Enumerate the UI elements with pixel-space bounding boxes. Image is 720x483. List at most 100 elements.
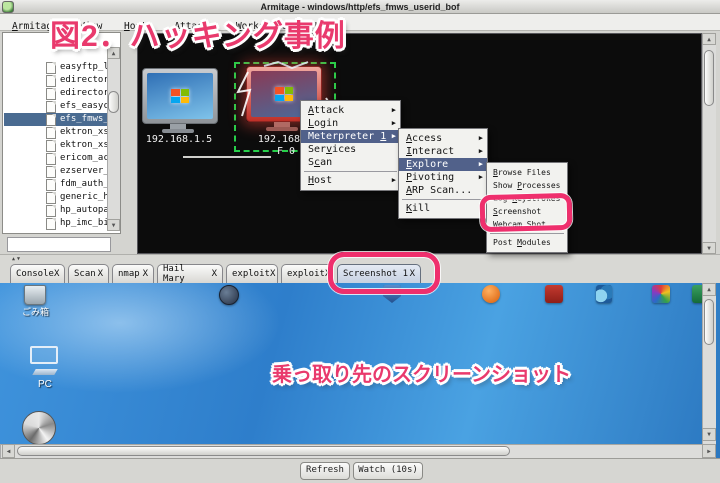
recycle-bin-icon (24, 285, 46, 305)
scroll-down-icon[interactable]: ▼ (702, 428, 716, 441)
menu-item-attack[interactable]: Attack ▶ (301, 104, 400, 117)
module-doc-icon (46, 101, 56, 113)
submenu-arrow-icon: ▶ (391, 176, 396, 184)
module-doc-icon (46, 75, 56, 87)
menu-item-pivoting[interactable]: Pivoting ▶ (399, 171, 487, 184)
screenshot-tab-highlight-ring (328, 252, 440, 294)
module-doc-icon (46, 179, 56, 191)
module-doc-icon (46, 62, 56, 74)
tree-item-selected[interactable]: efs_fmws_user (4, 113, 107, 126)
tree-item[interactable]: generic_http_ (4, 191, 107, 204)
armitage-window-icon (2, 1, 14, 13)
module-doc-icon (46, 153, 56, 165)
menu-item-browse-files[interactable]: Browse Files (487, 166, 567, 179)
menu-separator (304, 171, 397, 172)
menu-item-host[interactable]: Host ▶ (301, 174, 400, 187)
menu-separator (490, 233, 564, 234)
tab-close-icon[interactable]: X (143, 269, 148, 279)
module-doc-icon (46, 218, 56, 230)
tree-item[interactable]: efs_easychat (4, 100, 107, 113)
menu-separator (402, 199, 484, 200)
menu-item-services[interactable]: Services (301, 143, 400, 156)
watch-button[interactable]: Watch (10s) (353, 462, 423, 480)
graph-scrollbar-thumb[interactable] (704, 50, 714, 106)
earth-app-icon (22, 411, 56, 445)
pc-icon (30, 346, 58, 364)
host-context-menu: Attack ▶ Login ▶ Meterpreter 1 ▶ Services S… (300, 100, 401, 191)
tree-item[interactable]: ericom_access (4, 152, 107, 165)
menu-item-login[interactable]: Login ▶ (301, 117, 400, 130)
tab-console[interactable]: Console X (10, 264, 65, 283)
recycle-bin-label: ごみ箱 (22, 307, 50, 317)
submenu-arrow-icon: ▶ (478, 173, 483, 181)
tree-item[interactable]: easyftp_list (4, 61, 107, 74)
module-doc-icon (46, 166, 56, 178)
tree-item[interactable]: hp_imc_bims (4, 217, 107, 230)
refresh-button[interactable]: Refresh (300, 462, 350, 480)
monitor-base (162, 129, 194, 133)
colorful-app-icon (652, 285, 670, 303)
pc-label: PC (38, 379, 52, 390)
tab-close-icon[interactable]: X (212, 269, 217, 279)
red-a-app-icon (545, 285, 563, 303)
module-doc-icon (46, 88, 56, 100)
tree-item[interactable]: hp_autopass_ (4, 204, 107, 217)
tab-close-icon[interactable]: X (98, 269, 103, 279)
scroll-up-icon[interactable]: ▲ (702, 33, 716, 45)
scroll-up-icon[interactable]: ▲ (702, 283, 716, 296)
meterpreter-submenu: Access ▶ Interact ▶ Explore ▶ Pivoting ▶ ARP… (398, 128, 488, 219)
menu-item-interact[interactable]: Interact ▶ (399, 145, 487, 158)
tree-item[interactable]: edirectory_im (4, 87, 107, 100)
module-doc-icon (46, 114, 56, 126)
menu-item-post-modules[interactable]: Post Modules (487, 236, 567, 249)
scroll-left-icon[interactable]: ◀ (2, 444, 15, 458)
submenu-arrow-icon: ▶ (391, 106, 396, 114)
tab-hail-mary[interactable]: Hail Mary X (157, 264, 223, 284)
submenu-arrow-icon: ▶ (478, 134, 483, 142)
menu-item-arp-scan[interactable]: ARP Scan... (399, 184, 487, 197)
menu-item-access[interactable]: Access ▶ (399, 132, 487, 145)
module-search-input[interactable] (7, 237, 111, 252)
tree-item[interactable]: ektron_xslt_ (4, 126, 107, 139)
horizontal-scrollbar-thumb[interactable] (17, 446, 510, 456)
scroll-down-icon[interactable]: ▼ (702, 242, 716, 254)
tab-close-icon[interactable]: X (270, 269, 275, 279)
module-tree-panel: easyftp_list edirectory_ho edirectory_im… (2, 32, 121, 234)
module-doc-icon (46, 192, 56, 204)
tree-scrollbar-thumb[interactable] (108, 91, 119, 113)
tab-exploit-2[interactable]: exploit X (281, 264, 333, 283)
scroll-right-icon[interactable]: ▶ (702, 444, 716, 458)
messenger-app-icon (596, 285, 612, 303)
vertical-scrollbar-thumb[interactable] (704, 299, 714, 345)
tab-scan[interactable]: Scan X (68, 264, 109, 283)
scroll-down-icon[interactable]: ▼ (107, 219, 120, 231)
tree-scrollbar[interactable] (107, 47, 120, 219)
menu-item-kill[interactable]: Kill (399, 202, 487, 215)
windows-logo-icon (171, 89, 189, 103)
browser-globe-icon (219, 285, 239, 305)
submenu-arrow-icon: ▶ (391, 119, 396, 127)
submenu-arrow-icon: ▶ (478, 147, 483, 155)
tab-close-icon[interactable]: X (54, 269, 59, 279)
figure-label-annotation: 図2．ハッキング事例 (50, 20, 346, 53)
menu-item-explore[interactable]: Explore ▶ (399, 158, 487, 171)
submenu-arrow-icon: ▶ (391, 132, 396, 140)
menu-item-show-processes[interactable]: Show Processes (487, 179, 567, 192)
tree-item[interactable]: edirectory_ho (4, 74, 107, 87)
menu-item-meterpreter-1[interactable]: Meterpreter 1 ▶ (301, 130, 400, 143)
menu-item-scan[interactable]: Scan (301, 156, 400, 169)
tree-item[interactable]: ezserver_http (4, 165, 107, 178)
host-monitor-icon[interactable] (142, 68, 218, 124)
host-ip-label: 192.168.1.5 (145, 134, 213, 145)
tab-exploit[interactable]: exploit X (226, 264, 278, 283)
tree-item[interactable]: fdm_auth_hea (4, 178, 107, 191)
pc-keyboard-icon (32, 369, 58, 375)
module-doc-icon (46, 205, 56, 217)
module-doc-icon (46, 140, 56, 152)
tree-item[interactable]: ektron_xslt_ (4, 139, 107, 152)
tab-nmap[interactable]: nmap X (112, 264, 154, 283)
tab-scroll-arrows[interactable]: ▲▼ (12, 256, 22, 262)
submenu-arrow-icon: ▶ (478, 160, 483, 168)
screenshot-note-annotation: 乗っ取り先のスクリーンショット (272, 364, 571, 386)
orange-app-icon (482, 285, 500, 303)
